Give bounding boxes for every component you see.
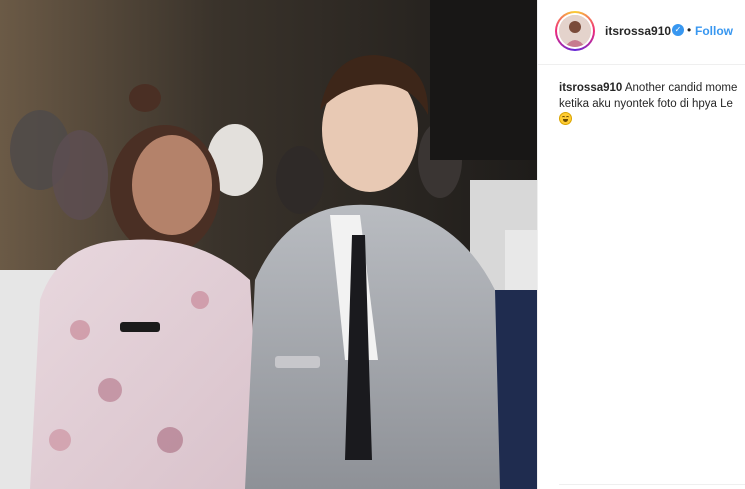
caption-text-line2: ketika aku nyontek foto di hpya Le xyxy=(559,98,733,110)
caption-text-line1: Another candid mome xyxy=(624,82,738,94)
verified-badge-icon: ✓ xyxy=(672,24,684,36)
post-header: itsrossa910 ✓ • Follow xyxy=(538,0,745,65)
avatar[interactable] xyxy=(555,11,595,51)
post-side-panel: itsrossa910 ✓ • Follow itsrossa910 Anoth… xyxy=(537,0,745,489)
face-with-tears-of-joy-icon xyxy=(559,112,572,125)
follow-button[interactable]: Follow xyxy=(695,24,733,38)
separator-dot: • xyxy=(687,23,692,37)
post-caption: itsrossa910 Another candid mome ketika a… xyxy=(559,80,745,112)
divider xyxy=(559,484,745,485)
caption-username-link[interactable]: itsrossa910 xyxy=(559,82,622,94)
avatar-image xyxy=(559,15,591,47)
post-photo[interactable] xyxy=(0,0,537,489)
post-image xyxy=(0,0,537,489)
username-link[interactable]: itsrossa910 xyxy=(605,24,671,38)
